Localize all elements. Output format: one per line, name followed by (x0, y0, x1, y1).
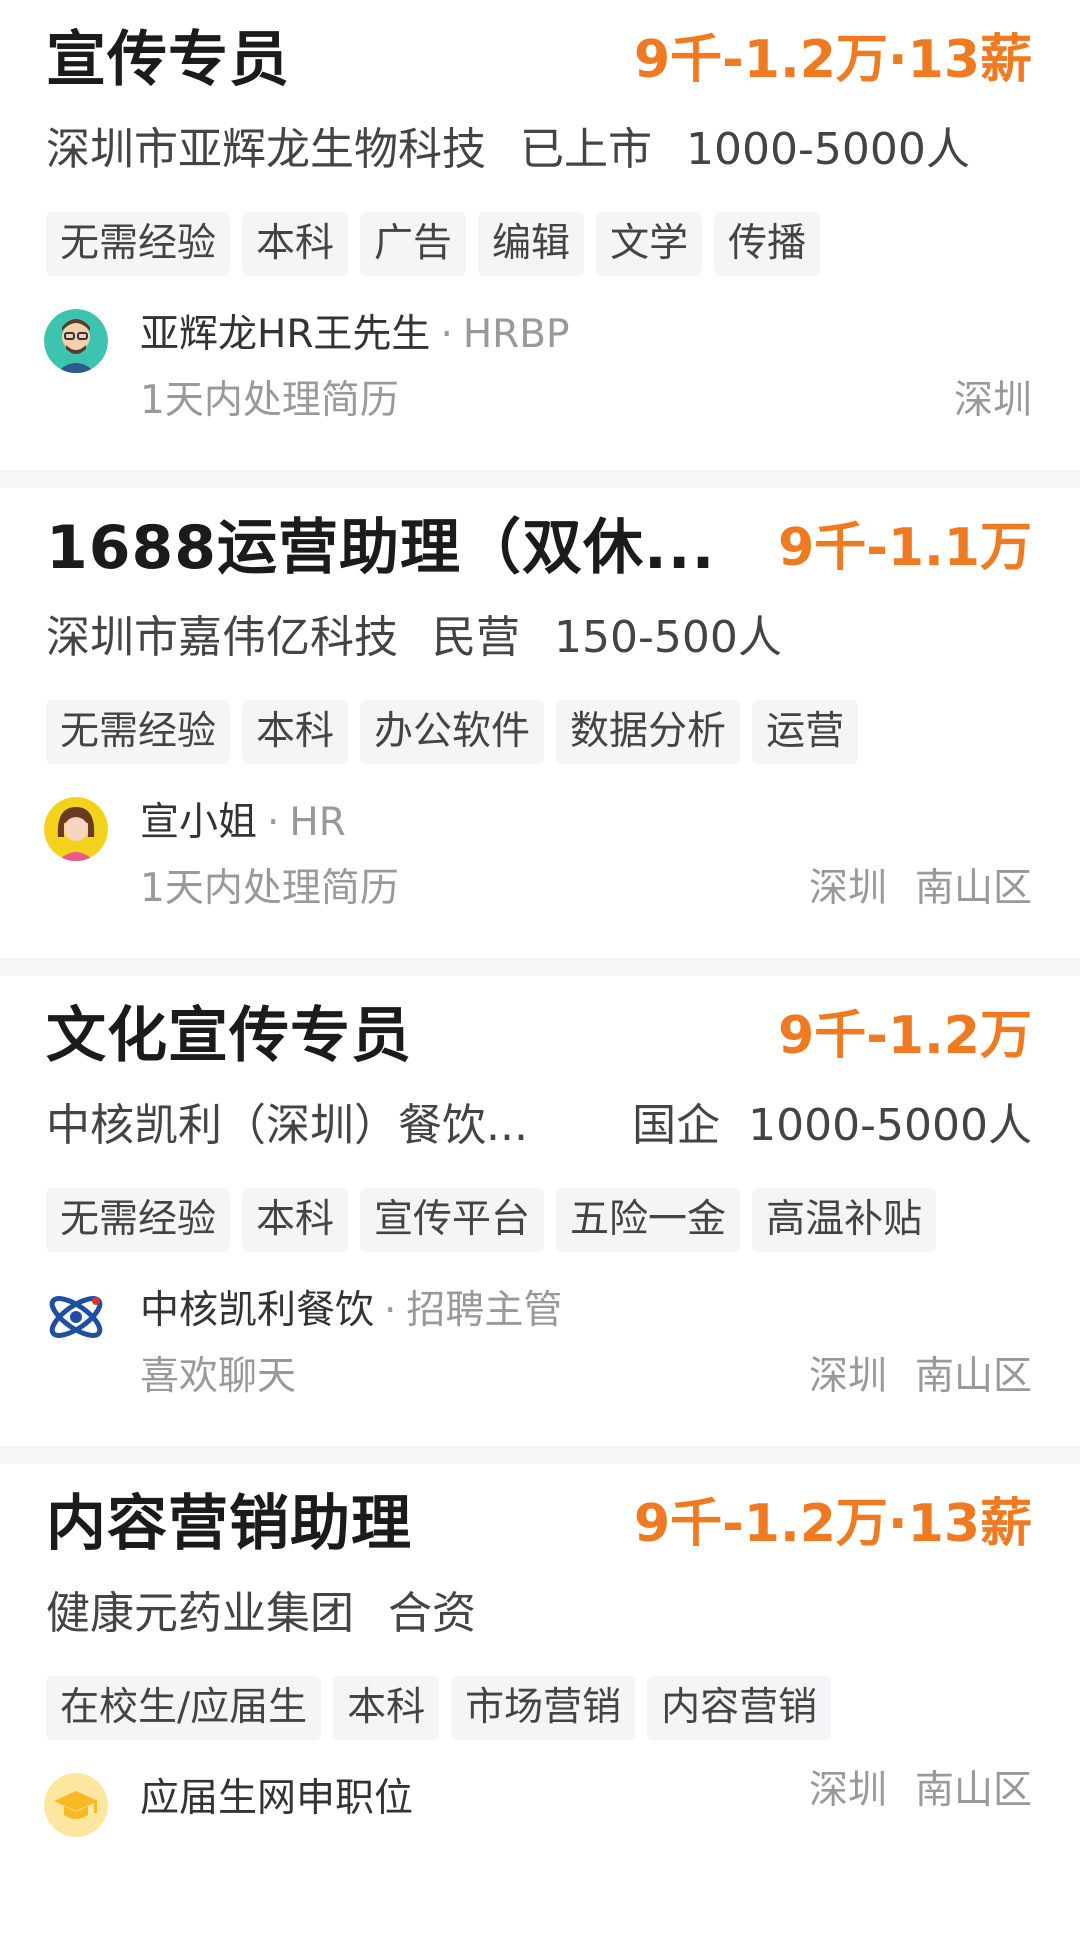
recruiter-info: 亚辉龙HR王先生 · HRBP (140, 312, 570, 357)
company-name: 健康元药业集团 (46, 1588, 354, 1639)
job-tag: 高温补贴 (752, 1188, 937, 1252)
company-stage: 合资 (388, 1588, 476, 1639)
company-name: 深圳市嘉伟亿科技 (46, 612, 398, 663)
company-stage: 民营 (432, 612, 520, 663)
job-salary: 9千-1.2万·13薪 (634, 1494, 1032, 1554)
recruiter-info: 中核凯利餐饮 · 招聘主管 (140, 1288, 563, 1333)
recruiter-name: 亚辉龙HR王先生 (140, 312, 431, 357)
job-location: 深圳 南山区 (809, 1350, 1032, 1404)
recruiter-name: 中核凯利餐饮 (140, 1288, 375, 1333)
graduation-cap-icon[interactable] (44, 1773, 108, 1837)
job-salary: 9千-1.2万·13薪 (634, 30, 1032, 90)
company-info: 深圳市嘉伟亿科技 民营 150-500人 (46, 608, 1032, 668)
job-location: 深圳 南山区 (809, 1764, 1032, 1818)
job-tag: 办公软件 (360, 700, 545, 764)
company-info: 深圳市亚辉龙生物科技 已上市 1000-5000人 (46, 120, 1032, 180)
company-stage: 已上市 (520, 124, 652, 175)
job-tag: 运营 (752, 700, 859, 764)
job-city: 深圳 (808, 1768, 887, 1813)
job-list: 宣传专员 9千-1.2万·13薪 深圳市亚辉龙生物科技 已上市 1000-500… (0, 0, 1080, 1934)
job-tags: 无需经验 本科 广告 编辑 文学 传播 (46, 212, 821, 276)
job-district: 南山区 (914, 866, 1032, 911)
job-tag: 市场营销 (451, 1676, 636, 1740)
company-scale: 150-500人 (554, 612, 782, 663)
job-city: 深圳 (808, 866, 887, 911)
job-tag: 本科 (242, 700, 349, 764)
job-district: 南山区 (914, 1354, 1032, 1399)
job-city: 深圳 (808, 1354, 887, 1399)
job-location: 深圳 (954, 374, 1032, 428)
company-name: 中核凯利（深圳）餐饮... (46, 1100, 528, 1151)
job-tag: 在校生/应届生 (46, 1676, 322, 1740)
job-tag: 数据分析 (556, 700, 741, 764)
job-title: 1688运营助理（双休... (46, 513, 716, 583)
company-name: 深圳市亚辉龙生物科技 (46, 124, 486, 175)
card-divider (0, 1446, 1080, 1464)
company-info: 中核凯利（深圳）餐饮... 国企 1000-5000人 (46, 1096, 1032, 1156)
job-city: 深圳 (953, 378, 1032, 423)
recruiter-role: HRBP (462, 312, 570, 357)
job-tag: 本科 (242, 1188, 349, 1252)
company-scale: 1000-5000人 (686, 124, 970, 175)
recruiter-name: 宣小姐 (140, 800, 258, 845)
job-tag: 无需经验 (46, 1188, 231, 1252)
job-tag: 宣传平台 (360, 1188, 545, 1252)
job-tag: 本科 (242, 212, 349, 276)
job-location: 深圳 南山区 (809, 862, 1032, 916)
recruiter-status: 喜欢聊天 (140, 1354, 297, 1399)
job-tags: 在校生/应届生 本科 市场营销 内容营销 (46, 1676, 832, 1740)
job-tag: 本科 (333, 1676, 440, 1740)
avatar-man-glasses-icon[interactable] (44, 309, 108, 373)
recruiter-role: 招聘主管 (406, 1288, 563, 1333)
recruiter-status: 1天内处理简历 (140, 378, 399, 423)
job-tag: 传播 (714, 212, 821, 276)
job-salary: 9千-1.2万 (778, 1006, 1032, 1066)
job-tag: 无需经验 (46, 700, 231, 764)
card-divider (0, 958, 1080, 976)
recruiter-info: 应届生网申职位 (140, 1772, 413, 1826)
company-info: 健康元药业集团 合资 (46, 1584, 1032, 1644)
recruiter-role: HR (289, 800, 346, 845)
recruiter-info: 宣小姐 · HR (140, 800, 346, 845)
recruiter-name: 应届生网申职位 (140, 1776, 414, 1821)
avatar-woman-icon[interactable] (44, 797, 108, 861)
job-district: 南山区 (914, 1768, 1032, 1813)
job-tag: 编辑 (478, 212, 585, 276)
job-tag: 五险一金 (556, 1188, 741, 1252)
job-tag: 广告 (360, 212, 467, 276)
card-divider (0, 470, 1080, 488)
company-stage: 国企 (632, 1100, 721, 1151)
job-card[interactable]: 1688运营助理（双休... 9千-1.1万 深圳市嘉伟亿科技 民营 150-5… (0, 488, 1080, 958)
job-title: 文化宣传专员 (46, 1001, 412, 1071)
job-title: 宣传专员 (46, 25, 290, 95)
job-tags: 无需经验 本科 宣传平台 五险一金 高温补贴 (46, 1188, 937, 1252)
job-tags: 无需经验 本科 办公软件 数据分析 运营 (46, 700, 859, 764)
job-tag: 内容营销 (647, 1676, 832, 1740)
job-title: 内容营销助理 (46, 1489, 412, 1559)
job-tag: 无需经验 (46, 212, 231, 276)
job-tag: 文学 (596, 212, 703, 276)
job-salary: 9千-1.1万 (778, 518, 1032, 578)
job-card[interactable]: 宣传专员 9千-1.2万·13薪 深圳市亚辉龙生物科技 已上市 1000-500… (0, 0, 1080, 470)
job-card[interactable]: 文化宣传专员 9千-1.2万 中核凯利（深圳）餐饮... 国企 1000-500… (0, 976, 1080, 1446)
atom-logo-icon[interactable] (44, 1285, 108, 1349)
job-card[interactable]: 内容营销助理 9千-1.2万·13薪 健康元药业集团 合资 在校生/应届生 本科… (0, 1464, 1080, 1934)
recruiter-status: 1天内处理简历 (140, 866, 399, 911)
company-scale: 1000-5000人 (748, 1100, 1032, 1151)
company-meta: 国企 1000-5000人 (632, 1096, 1032, 1156)
